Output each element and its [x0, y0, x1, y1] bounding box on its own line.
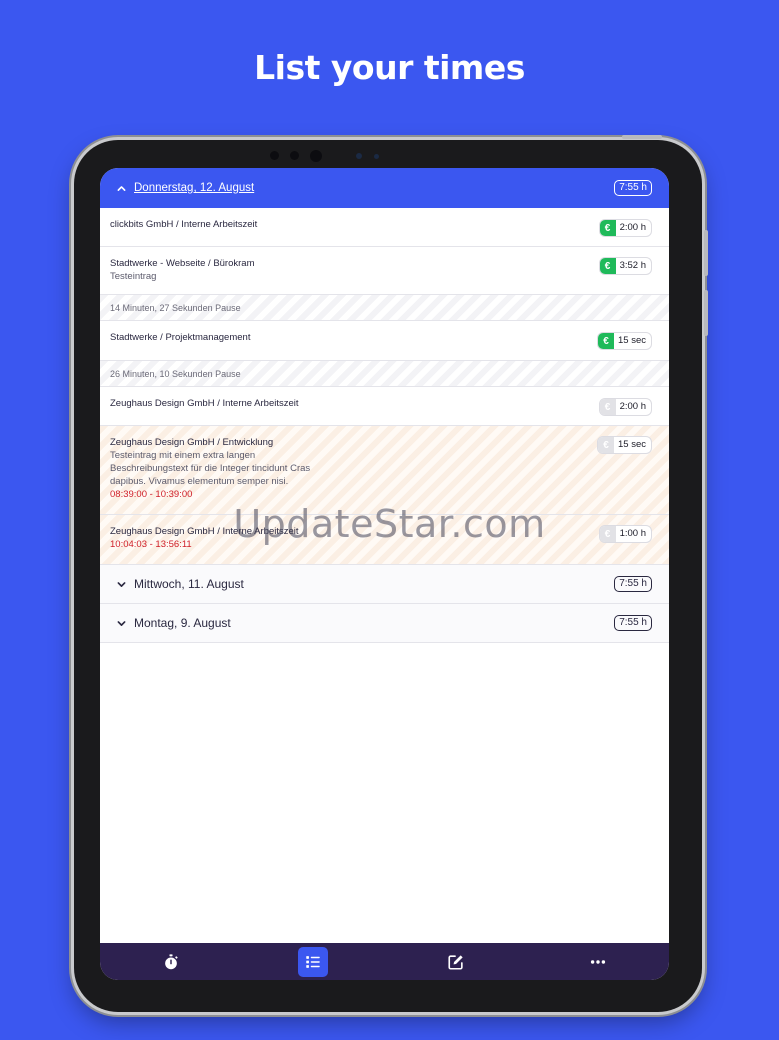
- duration-badge: € 2:00 h: [598, 398, 652, 416]
- headline: List your times: [254, 48, 525, 87]
- tab-list[interactable]: [298, 946, 329, 977]
- entry-description: Testeintrag: [110, 271, 157, 282]
- day-header-expanded[interactable]: Donnerstag, 12. August 7:55 h: [100, 168, 669, 208]
- day-total-badge: 7:55 h: [614, 180, 652, 196]
- app-screen: Donnerstag, 12. August 7:55 h clickbits …: [100, 168, 669, 980]
- bottom-tab-bar: [100, 943, 669, 980]
- duration-badge: € 1:00 h: [598, 525, 652, 543]
- time-entry[interactable]: Stadtwerke / Projektmanagement € 15 sec: [100, 321, 669, 361]
- entry-title: Zeughaus Design GmbH / Interne Arbeitsze…: [110, 526, 299, 537]
- entry-description-line: Testeintrag mit einem extra langen: [110, 450, 256, 461]
- duration-badge: € 15 sec: [597, 332, 652, 350]
- camera-bar: [264, 150, 394, 162]
- entry-time-range: 10:04:03 - 13:56:11: [110, 539, 192, 550]
- sensor-icon: [270, 151, 279, 160]
- entry-title: Stadtwerke / Projektmanagement: [110, 332, 251, 343]
- pause-row: 14 Minuten, 27 Sekunden Pause: [100, 295, 669, 321]
- tab-more[interactable]: [583, 947, 613, 977]
- day-total-badge: 7:55 h: [614, 576, 652, 592]
- entry-duration: 1:00 h: [619, 528, 646, 539]
- time-entry[interactable]: Zeughaus Design GmbH / Interne Arbeitsze…: [100, 515, 669, 565]
- time-entry[interactable]: Zeughaus Design GmbH / Entwicklung Teste…: [100, 426, 669, 515]
- euro-icon: €: [599, 399, 616, 415]
- chevron-down-icon[interactable]: [112, 619, 130, 628]
- entry-time-range: 08:39:00 - 10:39:00: [110, 489, 193, 500]
- list-icon: [306, 955, 321, 968]
- entry-duration: 3:52 h: [619, 260, 646, 271]
- entry-duration: 2:00 h: [619, 222, 646, 233]
- euro-icon: €: [599, 526, 616, 542]
- day-title[interactable]: Montag, 9. August: [134, 616, 614, 630]
- duration-badge: € 15 sec: [597, 436, 652, 454]
- day-header-collapsed[interactable]: Montag, 9. August 7:55 h: [100, 604, 669, 643]
- day-title[interactable]: Mittwoch, 11. August: [134, 577, 614, 591]
- duration-badge: € 3:52 h: [598, 257, 652, 275]
- pause-row: 26 Minuten, 10 Sekunden Pause: [100, 361, 669, 387]
- day-title[interactable]: Donnerstag, 12. August: [134, 182, 614, 194]
- day-total-badge: 7:55 h: [614, 615, 652, 631]
- chevron-up-icon[interactable]: [112, 184, 130, 193]
- tablet-device: Donnerstag, 12. August 7:55 h clickbits …: [74, 135, 708, 1012]
- tab-edit[interactable]: [441, 947, 471, 977]
- day-header-collapsed[interactable]: Mittwoch, 11. August 7:55 h: [100, 565, 669, 604]
- time-entry[interactable]: Stadtwerke - Webseite / Bürokram Testein…: [100, 247, 669, 295]
- more-icon: [590, 959, 605, 964]
- chevron-down-icon[interactable]: [112, 580, 130, 589]
- entry-duration: 2:00 h: [619, 401, 646, 412]
- tab-timer[interactable]: [156, 947, 186, 977]
- volume-up-button: [704, 230, 708, 276]
- stopwatch-icon: [165, 953, 178, 969]
- time-entry[interactable]: clickbits GmbH / Interne Arbeitszeit € 2…: [100, 208, 669, 247]
- sensor-icon: [290, 151, 299, 160]
- duration-badge: € 2:00 h: [598, 219, 652, 237]
- entry-description-line: dapibus. Vivamus elementum semper nisi.: [110, 476, 289, 487]
- camera-icon: [310, 150, 322, 162]
- power-button: [622, 135, 662, 139]
- entry-duration: 15 sec: [618, 335, 646, 346]
- time-entry[interactable]: Zeughaus Design GmbH / Interne Arbeitsze…: [100, 387, 669, 426]
- euro-icon: €: [598, 333, 614, 349]
- volume-down-button: [704, 290, 708, 336]
- euro-icon: €: [599, 258, 616, 274]
- euro-icon: €: [598, 437, 614, 453]
- euro-icon: €: [599, 220, 616, 236]
- entry-title: Zeughaus Design GmbH / Interne Arbeitsze…: [110, 398, 299, 409]
- entry-title: Zeughaus Design GmbH / Entwicklung: [110, 437, 274, 448]
- edit-icon: [448, 954, 463, 970]
- sensor-icon: [374, 154, 379, 159]
- entry-description-line: Beschreibungstext für die Integer tincid…: [110, 463, 311, 474]
- sensor-icon: [356, 153, 362, 159]
- entry-title: clickbits GmbH / Interne Arbeitszeit: [110, 219, 258, 230]
- entry-duration: 15 sec: [618, 439, 646, 450]
- entry-title: Stadtwerke - Webseite / Bürokram: [110, 258, 255, 269]
